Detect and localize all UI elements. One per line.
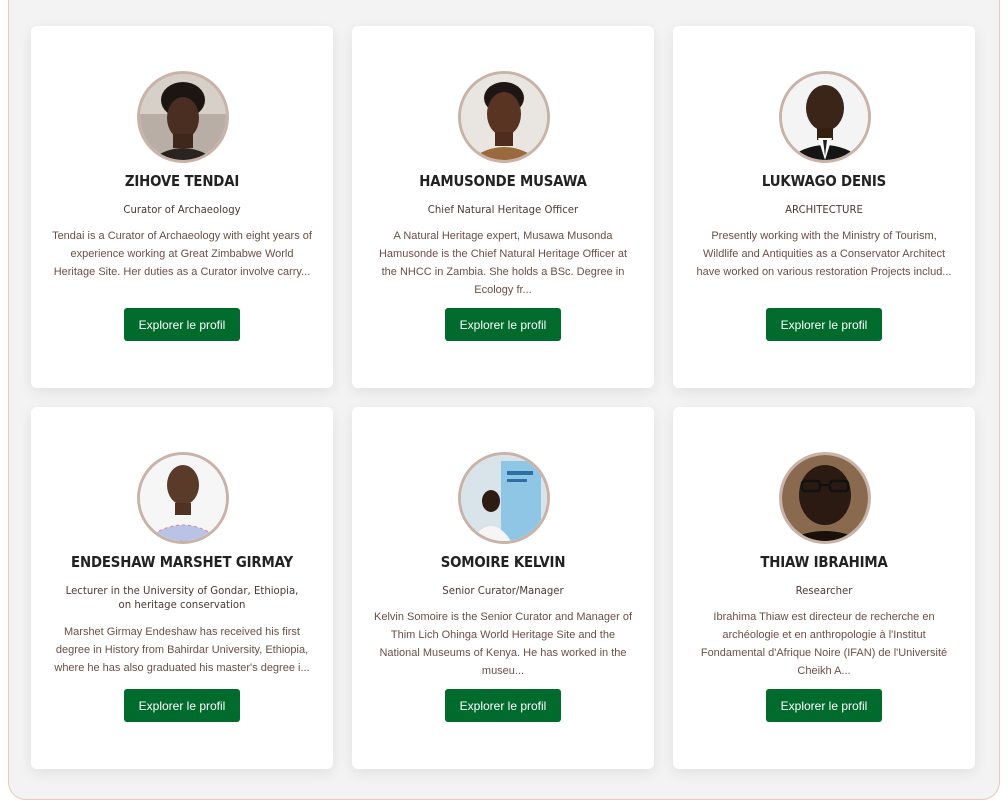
explore-profile-button[interactable]: Explorer le profil xyxy=(124,308,240,341)
profile-role: ARCHITECTURE xyxy=(785,203,863,216)
profile-description: Presently working with the Ministry of T… xyxy=(696,230,952,278)
profile-card: SOMOIRE KELVIN Senior Curator/Manager Ke… xyxy=(352,407,654,769)
profile-name: THIAW IBRAHIMA xyxy=(760,553,888,571)
profile-name: ENDESHAW MARSHET GIRMAY xyxy=(71,553,293,571)
profile-card: ENDESHAW MARSHET GIRMAY Lecturer in the … xyxy=(31,407,333,769)
explore-profile-button[interactable]: Explorer le profil xyxy=(445,308,561,341)
profile-description: Tendai is a Curator of Archaeology with … xyxy=(52,230,312,278)
profile-role: Chief Natural Heritage Officer xyxy=(427,203,579,216)
profile-role: Researcher xyxy=(795,584,853,597)
profile-card: THIAW IBRAHIMA Researcher Ibrahima Thiaw… xyxy=(673,407,975,769)
explore-profile-button[interactable]: Explorer le profil xyxy=(124,689,240,722)
profile-card: LUKWAGO DENIS ARCHITECTURE Presently wor… xyxy=(673,26,975,388)
explore-profile-button[interactable]: Explorer le profil xyxy=(766,689,882,722)
profile-role: Curator of Archaeology xyxy=(123,203,241,216)
profile-role: Senior Curator/Manager xyxy=(442,584,564,597)
profile-photo xyxy=(137,71,229,163)
profile-name: SOMOIRE KELVIN xyxy=(440,553,566,571)
profile-photo xyxy=(779,452,871,544)
profile-description: Kelvin Somoire is the Senior Curator and… xyxy=(373,611,633,677)
profile-photo xyxy=(458,452,550,544)
profile-name: LUKWAGO DENIS xyxy=(761,172,887,190)
profile-role: Lecturer in the University of Gondar, Et… xyxy=(65,584,299,611)
profile-photo xyxy=(137,452,229,544)
profile-name: HAMUSONDE MUSAWA xyxy=(419,172,587,190)
profile-description: Marshet Girmay Endeshaw has received his… xyxy=(54,626,310,674)
profile-photo xyxy=(779,71,871,163)
profile-photo xyxy=(458,71,550,163)
profile-description: Ibrahima Thiaw est directeur de recherch… xyxy=(700,611,948,677)
profile-name: ZIHOVE TENDAI xyxy=(124,172,240,190)
profile-description: A Natural Heritage expert, Musawa Musond… xyxy=(378,230,628,296)
explore-profile-button[interactable]: Explorer le profil xyxy=(445,689,561,722)
profile-card: ZIHOVE TENDAI Curator of Archaeology Ten… xyxy=(31,26,333,388)
profile-card: HAMUSONDE MUSAWA Chief Natural Heritage … xyxy=(352,26,654,388)
explore-profile-button[interactable]: Explorer le profil xyxy=(766,308,882,341)
